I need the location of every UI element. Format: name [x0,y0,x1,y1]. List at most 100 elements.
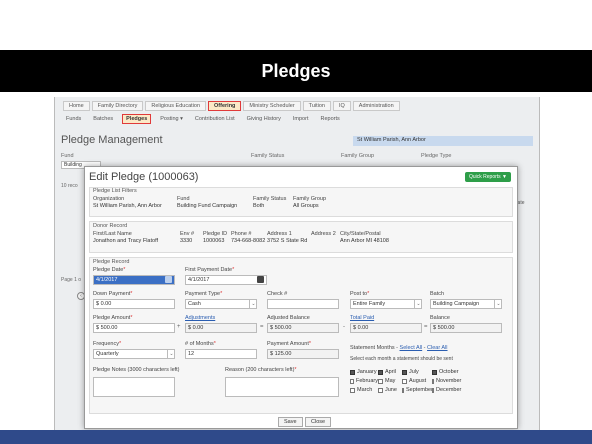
month-label: July [409,369,419,375]
batch-select[interactable]: Building Campaign [430,299,502,309]
chevron-down-icon[interactable]: ⌄ [494,300,502,308]
down-payment-label: Down Payment* [93,291,133,297]
month-label: June [385,387,397,393]
fund-filter-label: Fund [61,153,74,159]
down-payment-input[interactable]: $ 0.00 [93,299,175,309]
payment-type-select[interactable]: Cash [185,299,257,309]
checkbox-icon[interactable] [378,369,383,375]
tab-family-directory[interactable]: Family Directory [91,101,144,111]
reason-textarea[interactable] [225,377,339,397]
statement-help-text: Select each month a statement should be … [350,356,453,362]
checkbox-icon[interactable] [350,378,354,384]
fund-value: Building Fund Campaign [177,203,238,209]
donor-name: Jonathon and Tracy Flatoff [93,238,159,244]
check-number-input[interactable] [267,299,339,309]
tab-iq[interactable]: IQ [332,101,351,111]
chevron-down-icon[interactable]: ⌄ [249,300,257,308]
balance-label: Balance [430,315,450,321]
slide-footer-bar [0,430,592,444]
month-label: November [436,378,462,384]
checkbox-icon[interactable] [432,369,437,375]
checkbox-icon[interactable] [432,378,434,384]
month-july[interactable]: July [402,369,432,375]
chevron-down-icon[interactable]: ⌄ [414,300,422,308]
month-february[interactable]: February [350,378,378,384]
month-label: January [357,369,377,375]
phone-value: 734-668-8082 [231,238,266,244]
checkbox-icon[interactable] [432,387,434,393]
month-june[interactable]: June [378,387,402,393]
screenshot-border-right [539,97,540,430]
subtab-funds[interactable]: Funds [63,115,84,123]
subtab-reports[interactable]: Reports [317,115,342,123]
pledge-date-calendar-icon[interactable] [165,276,172,283]
checkbox-icon[interactable] [378,387,383,393]
frequency-label: Frequency* [93,341,122,347]
subtab-import[interactable]: Import [290,115,312,123]
tab-ministry-scheduler[interactable]: Ministry Scheduler [243,101,301,111]
tab-religious-education[interactable]: Religious Education [145,101,207,111]
payment-type-label: Payment Type* [185,291,223,297]
month-label: October [439,369,459,375]
save-button[interactable]: Save [278,417,303,427]
months-count-input[interactable]: 12 [185,349,257,359]
tab-tuition[interactable]: Tuition [302,101,331,111]
month-october[interactable]: October [432,369,460,375]
city-label: City/State/Postal [340,231,381,237]
month-september[interactable]: September [402,387,433,393]
first-payment-input[interactable]: 4/1/2017 [185,275,267,285]
checkbox-icon[interactable] [402,369,407,375]
month-august[interactable]: August [402,378,432,384]
pledge-amount-input[interactable]: $ 500.00 [93,323,175,333]
organization-value: St William Parish, Ann Arbor [93,203,162,209]
donor-section-title: Donor Record [93,223,128,229]
payment-amount-value: $ 125.00 [267,349,339,359]
tab-offering[interactable]: Offering [208,101,242,111]
close-button[interactable]: Close [305,417,332,427]
post-to-select[interactable]: Entire Family [350,299,422,309]
post-to-label: Post to* [350,291,370,297]
quick-reports-button[interactable]: Quick Reports ▼ [464,172,511,182]
frequency-select[interactable]: Quarterly [93,349,175,359]
parish-selector[interactable]: St William Parish, Ann Arbor [353,136,533,146]
fund-label: Fund [177,196,190,202]
checkbox-icon[interactable] [402,378,407,384]
tab-administration[interactable]: Administration [352,101,400,111]
statement-months-grid: January April July October February May August… [350,369,462,393]
adjustments-link[interactable]: Adjustments [185,315,215,321]
clear-all-link[interactable]: Clear All [427,345,447,351]
plus-operator: + [177,324,181,330]
balance-value: $ 500.00 [430,323,502,333]
checkbox-icon[interactable] [350,387,355,393]
month-label: February [355,378,378,384]
total-paid-link[interactable]: Total Paid [350,315,374,321]
months-count-label: # of Months* [185,341,216,347]
month-april[interactable]: April [378,369,402,375]
statement-months-header: Statement Months - Select All - Clear Al… [350,345,448,351]
month-december[interactable]: December [432,387,461,393]
chevron-down-icon[interactable]: ⌄ [167,350,175,358]
subtab-posting[interactable]: Posting ▾ [157,115,186,123]
adjusted-balance-value: $ 500.00 [267,323,339,333]
month-label: March [357,387,373,393]
checkbox-icon[interactable] [378,378,383,384]
subtab-pledges[interactable]: Pledges [122,114,152,124]
month-may[interactable]: May [378,378,402,384]
checkbox-icon[interactable] [402,387,404,393]
month-november[interactable]: November [432,378,462,384]
select-all-link[interactable]: Select All [400,345,423,351]
tab-home[interactable]: Home [63,101,90,111]
month-march[interactable]: March [350,387,378,393]
pledge-notes-textarea[interactable] [93,377,175,397]
checkbox-icon[interactable] [350,369,355,375]
family-group-filter-label: Family Group [341,153,375,159]
address2-label: Address 2 [311,231,336,237]
subtab-contribution-list[interactable]: Contribution List [192,115,238,123]
subtab-giving-history[interactable]: Giving History [244,115,284,123]
subtab-batches[interactable]: Batches [90,115,116,123]
app-screenshot: Home Family Directory Religious Education O… [55,97,539,430]
sub-nav: Funds Batches Pledges Posting ▾ Contribution… [63,114,343,124]
month-january[interactable]: January [350,369,378,375]
first-payment-calendar-icon[interactable] [257,276,264,283]
pledge-date-input[interactable]: 4/1/2017 [93,275,175,285]
